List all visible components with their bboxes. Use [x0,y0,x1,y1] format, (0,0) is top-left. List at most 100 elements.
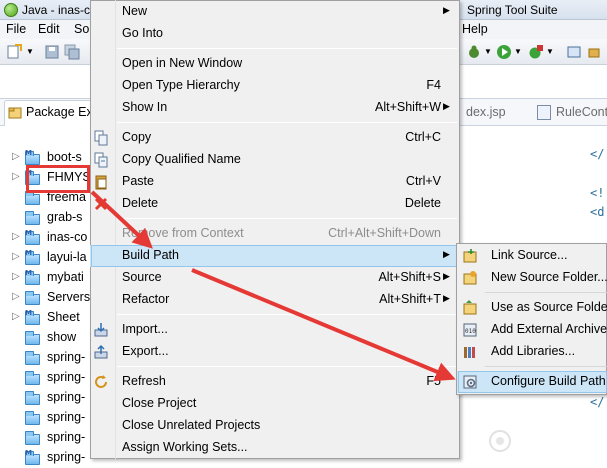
tree-item[interactable]: spring- [0,388,90,408]
code-fragment[interactable]: </ [590,395,604,409]
menu-item-paste[interactable]: Paste Ctrl+V [90,171,458,193]
menu-item-go-into[interactable]: Go Into [90,23,458,45]
debug-icon[interactable] [466,44,482,60]
menu-edit[interactable]: Edit [38,22,60,36]
tree-item[interactable]: Mspring- [0,448,90,468]
new-java-project-icon[interactable] [566,44,582,60]
tree-item[interactable]: ▷ Minas-co [0,228,90,248]
tree-item[interactable]: ▷ Mlayui-la [0,248,90,268]
project-folder-icon: M [25,449,41,465]
menu-item-delete[interactable]: Delete Delete [90,193,458,215]
run-external-icon[interactable] [528,44,544,60]
menu-separator [117,48,457,49]
expand-arrow-icon[interactable]: ▷ [12,171,20,182]
submenu-item-add-external-archives[interactable]: 010 Add External Archives... [457,319,607,341]
menu-item-export[interactable]: Export... [90,341,458,363]
tab-index-jsp[interactable]: dex.jsp [466,105,506,119]
menu-item-label: Import... [122,322,168,336]
tree-item[interactable]: ▷ Servers [0,288,90,308]
code-fragment[interactable]: <d [590,205,604,219]
menu-item-label: New [122,4,148,18]
tree-item[interactable]: show [0,328,90,348]
chevron-down-icon[interactable]: ▼ [484,47,492,56]
menu-item-shortcut: F4 [426,78,441,92]
code-fragment[interactable]: <! [590,186,604,200]
submenu-item-use-as-source-folder[interactable]: Use as Source Folder [457,297,607,319]
expand-arrow-icon[interactable]: ▷ [12,291,20,302]
copy-icon [94,130,108,146]
folder-icon [25,191,41,205]
tree-item[interactable]: ▷ M Sheet [0,308,90,328]
menu-item-label: Assign Working Sets... [122,440,248,454]
run-icon[interactable] [496,44,512,60]
export-icon [94,344,108,359]
menu-item-close-project[interactable]: Close Project [90,393,458,415]
menu-item-label: Close Project [122,396,197,410]
menu-source[interactable]: So [74,22,89,36]
tree-item[interactable]: grab-s [0,208,90,228]
menu-item-label: Open Type Hierarchy [122,78,240,92]
menu-item-source[interactable]: Source Alt+Shift+S ▶ [90,267,458,289]
menu-item-refresh[interactable]: Refresh F5 [90,371,458,393]
menu-item-refactor[interactable]: Refactor Alt+Shift+T ▶ [90,289,458,311]
menu-separator [485,292,607,293]
submenu-item-configure-build-path[interactable]: Configure Build Path... [457,371,607,393]
menu-item-label: Show In [122,100,168,114]
menu-item-open-type-hierarchy[interactable]: Open Type Hierarchy F4 [90,75,458,97]
use-as-source-icon [463,300,477,315]
submenu-item-add-libraries[interactable]: Add Libraries... [457,341,607,363]
tab-rule-controller[interactable]: RuleCont [556,105,607,119]
new-package-icon[interactable] [586,44,602,60]
expand-arrow-icon[interactable]: ▷ [12,231,20,242]
folder-icon [25,331,41,345]
submenu-arrow-icon: ▶ [443,249,450,259]
java-file-icon [537,105,551,120]
project-folder-icon: M [25,149,41,165]
save-icon[interactable] [44,44,60,60]
tree-item[interactable]: spring- [0,348,90,368]
package-explorer-tab-label: Package Ex [26,105,93,119]
menu-item-copy-qualified-name[interactable]: Copy Qualified Name [90,149,458,171]
chevron-down-icon[interactable]: ▼ [546,47,554,56]
tree-item[interactable]: spring- [0,408,90,428]
menu-item-label: Source [122,270,162,284]
tree-item-label: spring- [47,390,86,404]
link-source-icon [463,249,477,263]
expand-arrow-icon[interactable]: ▷ [12,151,20,162]
submenu-arrow-icon: ▶ [443,101,450,111]
menu-item-new[interactable]: New ▶ [90,1,458,23]
save-all-icon[interactable] [64,44,80,60]
library-icon [464,347,475,358]
menu-item-shortcut: Alt+Shift+T [379,292,441,306]
expand-arrow-icon[interactable]: ▷ [12,311,20,322]
menu-item-show-in[interactable]: Show In Alt+Shift+W ▶ [90,97,458,119]
menu-separator [117,218,457,219]
menu-item-build-path[interactable]: Build Path ▶ [90,245,458,267]
menu-separator [117,366,457,367]
expand-arrow-icon[interactable]: ▷ [12,251,20,262]
spring-app-icon [4,3,18,17]
menu-item-label: Remove from Context [122,226,244,240]
menu-help[interactable]: Help [462,22,488,36]
tree-item-label: Sheet [47,310,80,324]
code-fragment[interactable]: </ [590,147,604,161]
window-title: Java - inas-c [22,3,91,17]
submenu-item-link-source[interactable]: Link Source... [457,245,607,267]
tree-item[interactable]: ▷ Mmybati [0,268,90,288]
menu-item-copy[interactable]: Copy Ctrl+C [90,127,458,149]
menu-item-close-unrelated-projects[interactable]: Close Unrelated Projects [90,415,458,437]
tree-item[interactable]: spring- [0,428,90,448]
chevron-down-icon[interactable]: ▼ [26,47,34,56]
project-folder-icon: M [25,269,41,285]
menu-file[interactable]: File [6,22,26,36]
menu-item-assign-working-sets[interactable]: Assign Working Sets... [90,437,458,459]
submenu-item-new-source-folder[interactable]: New Source Folder... [457,267,607,289]
tree-item[interactable]: spring- [0,368,90,388]
menu-item-shortcut: Ctrl+Alt+Shift+Down [328,226,441,240]
menu-item-label: Refresh [122,374,166,388]
chevron-down-icon[interactable]: ▼ [514,47,522,56]
menu-item-import[interactable]: Import... [90,319,458,341]
expand-arrow-icon[interactable]: ▷ [12,271,20,282]
new-icon[interactable] [6,44,22,60]
menu-item-open-in-new-window[interactable]: Open in New Window [90,53,458,75]
